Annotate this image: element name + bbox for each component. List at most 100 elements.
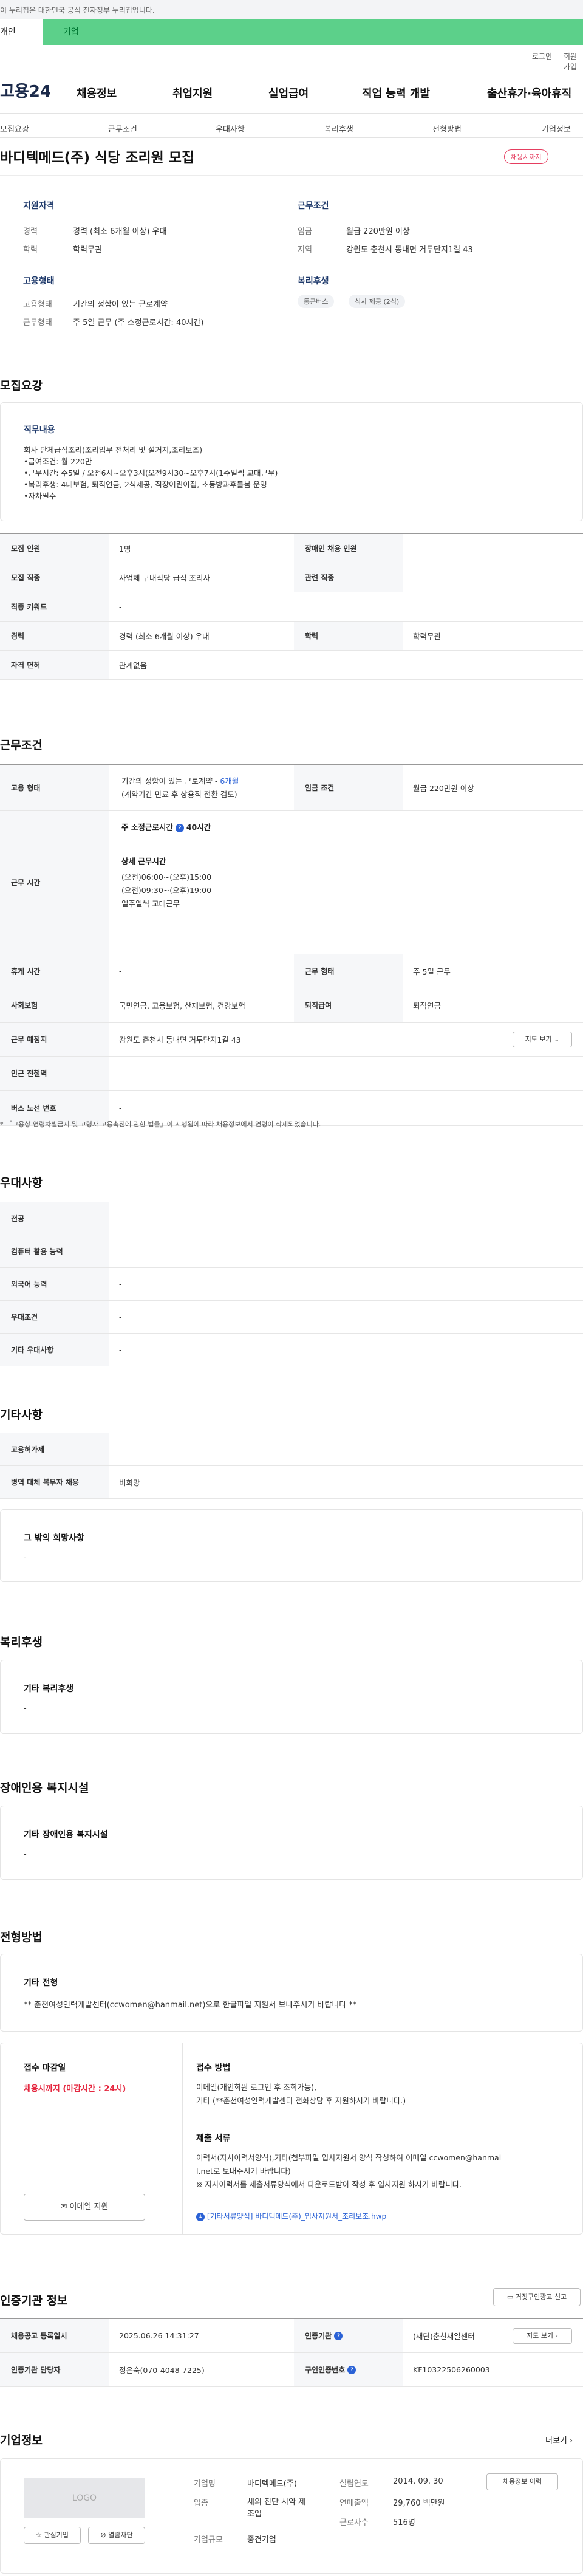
divider — [0, 175, 583, 176]
subnav-conditions[interactable]: 근무조건 — [108, 123, 137, 134]
table-row: 기타 우대사항 - — [0, 1334, 583, 1366]
subnav-recruit[interactable]: 모집요강 — [0, 123, 29, 134]
section-disab-heading: 장애인용 복지시설 — [0, 1781, 89, 1795]
favorite-company-button[interactable]: ☆ 관심기업 — [24, 2527, 81, 2544]
table-row: 사회보험 국민연금, 고용보험, 산재보험, 건강보험 퇴직급여 퇴직연금 — [0, 988, 583, 1023]
table-row: 직종 키워드 - — [0, 592, 583, 622]
table-row: 모집 직종 사업체 구내식당 급식 조리사 관련 직종 - — [0, 563, 583, 592]
wage-label: 임금 — [298, 227, 312, 236]
table-row: 병역 대체 복무자 채용 비희망 — [0, 1466, 583, 1499]
table-row: 자격 면허 관계없음 — [0, 651, 583, 680]
table-row: 우대조건 - — [0, 1301, 583, 1334]
emptype-value: 기간의 정함이 있는 근로계약 — [73, 300, 168, 309]
status-badge: 채용시까지 — [504, 149, 548, 164]
loc-label: 지역 — [298, 245, 312, 255]
login-link[interactable]: 로그인 — [532, 51, 552, 61]
section-select-heading: 전형방법 — [0, 1931, 43, 1944]
subnav-company[interactable]: 기업정보 — [542, 123, 571, 134]
career-value: 경력 (최소 6개월 이상) 우대 — [73, 227, 167, 236]
cert-no-label: 구인인증번호 ? — [294, 2353, 403, 2386]
section-work-heading: 근무조건 — [0, 739, 43, 752]
disab-box: 기타 장애인용 복지시설 - — [0, 1806, 583, 1880]
pref-table: 전공 - 컴퓨터 활용 능력 - 외국어 능력 - 우대조건 - 기타 우대사항 - — [0, 1202, 583, 1366]
divider — [0, 113, 583, 114]
section-welfare-heading: 복리후생 — [0, 1636, 43, 1649]
detail-hours-list: (오전)06:00~(오후)15:00 (오전)09:30~(오후)19:00 … — [121, 872, 212, 908]
duty-content: 회사 단체급식조리(조리업무 전처리 및 설거지,조리보조) •급여조건: 월 … — [24, 445, 278, 501]
signup-link[interactable]: 회원가입 — [564, 51, 583, 72]
gnb-unemployment-benefit[interactable]: 실업급여 — [268, 85, 309, 101]
emp-type-value: 기간의 정함이 있는 근로계약 - 6개월 (계약기간 만료 후 상용직 전환 … — [121, 776, 239, 799]
chevron-down-icon: ⌄ — [554, 1035, 560, 1043]
map-view-button[interactable]: 지도 보기 ⌄ — [513, 1032, 572, 1047]
document-icon: ▭ — [506, 2293, 514, 2301]
tab-company[interactable]: 기업 — [43, 19, 115, 45]
email-apply-button[interactable]: ✉ 이메일 지원 — [24, 2194, 145, 2221]
help-icon[interactable]: ? — [347, 2365, 356, 2374]
detail-hours-title: 상세 근무시간 — [121, 857, 166, 866]
apply-box: 접수 마감일 채용시까지 (마감시간 : 24시) ✉ 이메일 지원 접수 방법… — [0, 2043, 583, 2235]
section-company-heading: 기업정보 — [0, 2434, 43, 2447]
welfare-tag: 통근버스 — [298, 295, 335, 308]
company-logo: LOGO — [24, 2478, 145, 2518]
table-row: 채용공고 등록일시 2025.06.26 14:31:27 인증기관 ? (재단… — [0, 2319, 583, 2353]
deadline-panel: 접수 마감일 채용시까지 (마감시간 : 24시) ✉ 이메일 지원 — [1, 2043, 183, 2234]
download-icon: ↓ — [196, 2212, 205, 2221]
section-cert-heading: 인증기관 정보 — [0, 2294, 68, 2307]
table-row: 근무 예정지 강원도 춘천시 동내면 거두단지1길 43 지도 보기 ⌄ — [0, 1023, 583, 1057]
table-row: 고용 형태 기간의 정함이 있는 근로계약 - 6개월 (계약기간 만료 후 상… — [0, 765, 583, 811]
tab-personal[interactable]: 개인 — [0, 19, 43, 45]
gov-banner: 이 누리집은 대한민국 공식 전자정부 누리집입니다. — [0, 0, 583, 19]
table-row: 휴게 시간 - 근무 형태 주 5일 근무 — [0, 954, 583, 988]
industry-value: 체외 진단 시약 제 조업 — [247, 2498, 306, 2519]
help-icon[interactable]: ? — [334, 2331, 343, 2340]
subnav-welfare[interactable]: 복리후생 — [324, 123, 353, 134]
welfare-tag: 식사 제공 (2식) — [349, 295, 406, 308]
mail-icon: ✉ — [60, 2202, 67, 2211]
block-company-button[interactable]: ⊘ 열람차단 — [88, 2527, 145, 2544]
table-row: 컴퓨터 활용 능력 - — [0, 1235, 583, 1268]
report-fake-ad-button[interactable]: ▭ 거짓구인광고 신고 — [493, 2288, 581, 2306]
company-more-link[interactable]: 더보기 › — [545, 2434, 573, 2445]
loc-value: 강원도 춘천시 동내면 거두단지1길 43 — [346, 245, 473, 255]
gnb-parental-leave[interactable]: 출산휴가·육아휴직 — [487, 85, 571, 101]
cert-table: 채용공고 등록일시 2025.06.26 14:31:27 인증기관 ? (재단… — [0, 2318, 583, 2387]
table-row: 고용허가제 - — [0, 1433, 583, 1466]
table-row: 경력 경력 (최소 6개월 이상) 우대 학력 학력무관 — [0, 622, 583, 651]
table-row: 전공 - — [0, 1202, 583, 1235]
cert-map-button[interactable]: 지도 보기 › — [513, 2328, 572, 2344]
gnb-vocational-training[interactable]: 직업 능력 개발 — [362, 85, 430, 101]
star-icon: ☆ — [36, 2531, 42, 2539]
divider — [0, 137, 583, 138]
etc-table: 고용허가제 - 병역 대체 복무자 채용 비희망 — [0, 1433, 583, 1499]
recruit-table: 모집 인원 1명 장애인 채용 인원 - 모집 직종 사업체 구내식당 급식 조… — [0, 533, 583, 680]
edu-label: 학력 — [23, 245, 38, 255]
duty-box: 직무내용 회사 단체급식조리(조리업무 전처리 및 설거지,조리보조) •급여조… — [0, 402, 583, 521]
subnav-preferences[interactable]: 우대사항 — [216, 123, 245, 134]
wage-value: 월급 220만원 이상 — [346, 227, 410, 236]
table-row: 외국어 능력 - — [0, 1268, 583, 1301]
gnb-employment-support[interactable]: 취업지원 — [172, 85, 213, 101]
user-type-bar: 개인 기업 — [0, 19, 583, 45]
section-etc-heading: 기타사항 — [0, 1408, 43, 1422]
work-hours-main: 주 소정근로시간 ? 40시간 — [121, 823, 211, 832]
site-logo[interactable]: 고용24 — [0, 79, 51, 101]
subnav-selection[interactable]: 전형방법 — [432, 123, 462, 134]
table-row: 모집 인원 1명 장애인 채용 인원 - — [0, 534, 583, 563]
help-icon[interactable]: ? — [175, 823, 184, 832]
attachment-link[interactable]: ↓ [기타서류양식] 바디텍메드(주)_입사지원서_조리보조.hwp — [196, 2211, 386, 2221]
career-label: 경력 — [23, 227, 38, 236]
job-title: 바디텍메드(주) 식당 조리원 모집 — [0, 150, 195, 166]
company-box: LOGO ☆ 관심기업 ⊘ 열람차단 기업명 바디텍메드(주) 업종 체외 진단… — [0, 2458, 583, 2574]
age-footnote: * 「고용상 연령차별금지 및 고령자 고용촉진에 관한 법률」이 시행됨에 따… — [0, 1120, 321, 1128]
job-history-button[interactable]: 채용정보 이력 — [486, 2473, 558, 2490]
work-table: 고용 형태 기간의 정함이 있는 근로계약 - 6개월 (계약기간 만료 후 상… — [0, 764, 583, 1126]
table-row: 근무 시간 주 소정근로시간 ? 40시간 상세 근무시간 (오전)06:00~… — [0, 811, 583, 954]
contract-period-link[interactable]: 6개월 — [220, 776, 239, 786]
emptype-label: 고용형태 — [23, 300, 52, 309]
cond-title: 근무조건 — [298, 201, 329, 211]
docs-list: 이력서(자사이력서양식),기타(첨부파일 입사지원서 양식 작성하여 이메일 c… — [196, 2153, 502, 2189]
deadline-value: 채용시까지 (마감시간 : 24시) — [24, 2084, 126, 2094]
edu-value: 학력무관 — [73, 245, 102, 255]
gnb-jobs[interactable]: 채용정보 — [77, 85, 117, 101]
